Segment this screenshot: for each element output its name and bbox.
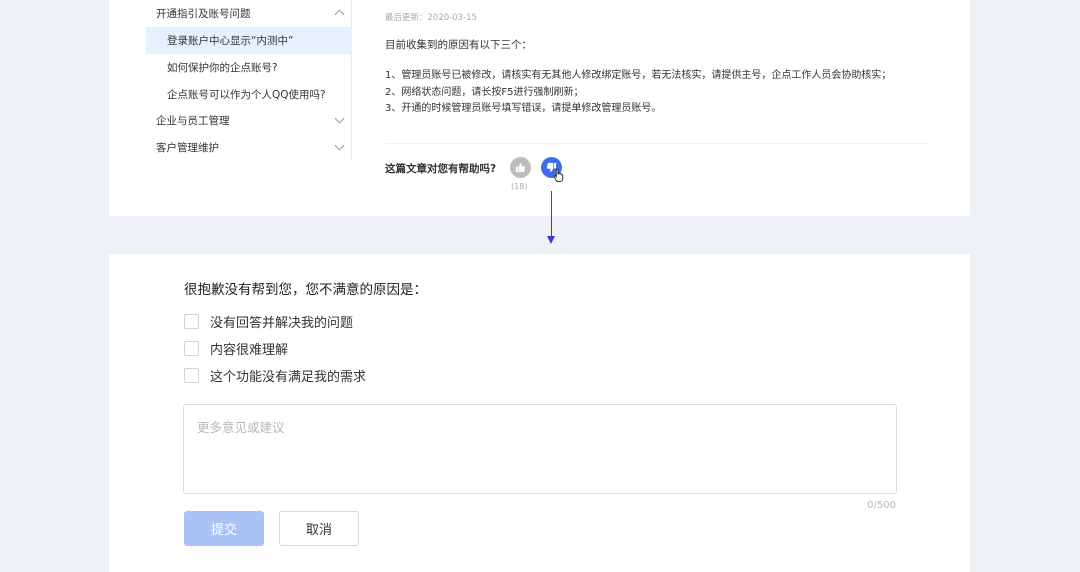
list-item: 3、开通的时候管理员账号填写错误，请提单修改管理员账号。 [385,103,662,114]
reason-list: 1、管理员账号已被修改，请核实有无其他人修改绑定账号，若无法核实，请提供主号，企… [385,68,891,118]
option-hard-to-understand[interactable]: 内容很难理解 [184,339,288,358]
last-updated: 最后更新：2020-03-15 [385,13,477,23]
article-panel: 开通指引及账号问题 登录账户中心显示“内测中” 如何保护你的企点账号? 企点账号… [109,0,970,216]
sidebar-group-customers[interactable]: 客户管理维护 [146,134,352,161]
list-item: 2、网络状态问题，请长按F5进行强制刷新； [385,86,584,98]
thumbs-up-icon [515,163,526,173]
option-not-answered[interactable]: 没有回答并解决我的问题 [184,312,353,331]
chevron-up-icon [334,9,345,20]
checkbox[interactable] [184,368,199,383]
list-item: 1、管理员账号已被修改，请核实有无其他人修改绑定账号，若无法核实，请提供主号，企… [385,70,892,81]
sidebar-group-account[interactable]: 开通指引及账号问题 [146,0,352,27]
chevron-down-icon [334,140,345,151]
sidebar-item-personal-qq[interactable]: 企点账号可以作为个人QQ使用吗? [146,81,352,108]
submit-button[interactable]: 提交 [184,511,264,546]
helpful-question: 这篇文章对您有帮助吗? [385,163,497,175]
sidebar-item-label: 如何保护你的企点账号? [167,62,278,74]
sidebar-group-label: 企业与员工管理 [156,115,230,127]
option-needs-unmet[interactable]: 这个功能没有满足我的需求 [184,366,366,385]
hand-cursor-icon [553,168,564,183]
like-count: (18) [511,182,528,191]
chevron-down-icon [334,113,345,124]
sidebar-item-login-beta[interactable]: 登录账户中心显示“内测中” [146,27,352,54]
flow-arrow [551,191,552,236]
cancel-button[interactable]: 取消 [279,511,359,546]
help-sidebar: 开通指引及账号问题 登录账户中心显示“内测中” 如何保护你的企点账号? 企点账号… [146,0,352,160]
sidebar-item-label: 登录账户中心显示“内测中” [167,35,294,47]
checkbox[interactable] [184,341,199,356]
option-label: 这个功能没有满足我的需求 [210,370,367,385]
sidebar-item-protect-account[interactable]: 如何保护你的企点账号? [146,54,352,81]
article-intro: 目前收集到的原因有以下三个： [385,39,532,51]
char-counter: 0/500 [867,500,896,511]
option-label: 内容很难理解 [210,343,289,358]
option-label: 没有回答并解决我的问题 [210,316,354,331]
sidebar-group-staff[interactable]: 企业与员工管理 [146,107,352,134]
sidebar-item-label: 企点账号可以作为个人QQ使用吗? [167,89,326,101]
checkbox[interactable] [184,314,199,329]
suggestion-textarea[interactable] [183,404,897,494]
divider [385,143,928,144]
sidebar-group-label: 客户管理维护 [156,142,219,154]
sidebar-group-label: 开通指引及账号问题 [156,8,251,20]
feedback-panel: 很抱歉没有帮到您，您不满意的原因是： 没有回答并解决我的问题 内容很难理解 这个… [109,254,970,572]
feedback-title: 很抱歉没有帮到您，您不满意的原因是： [184,282,427,298]
thumbs-up-button[interactable] [510,157,531,178]
arrow-head-icon [547,236,555,244]
